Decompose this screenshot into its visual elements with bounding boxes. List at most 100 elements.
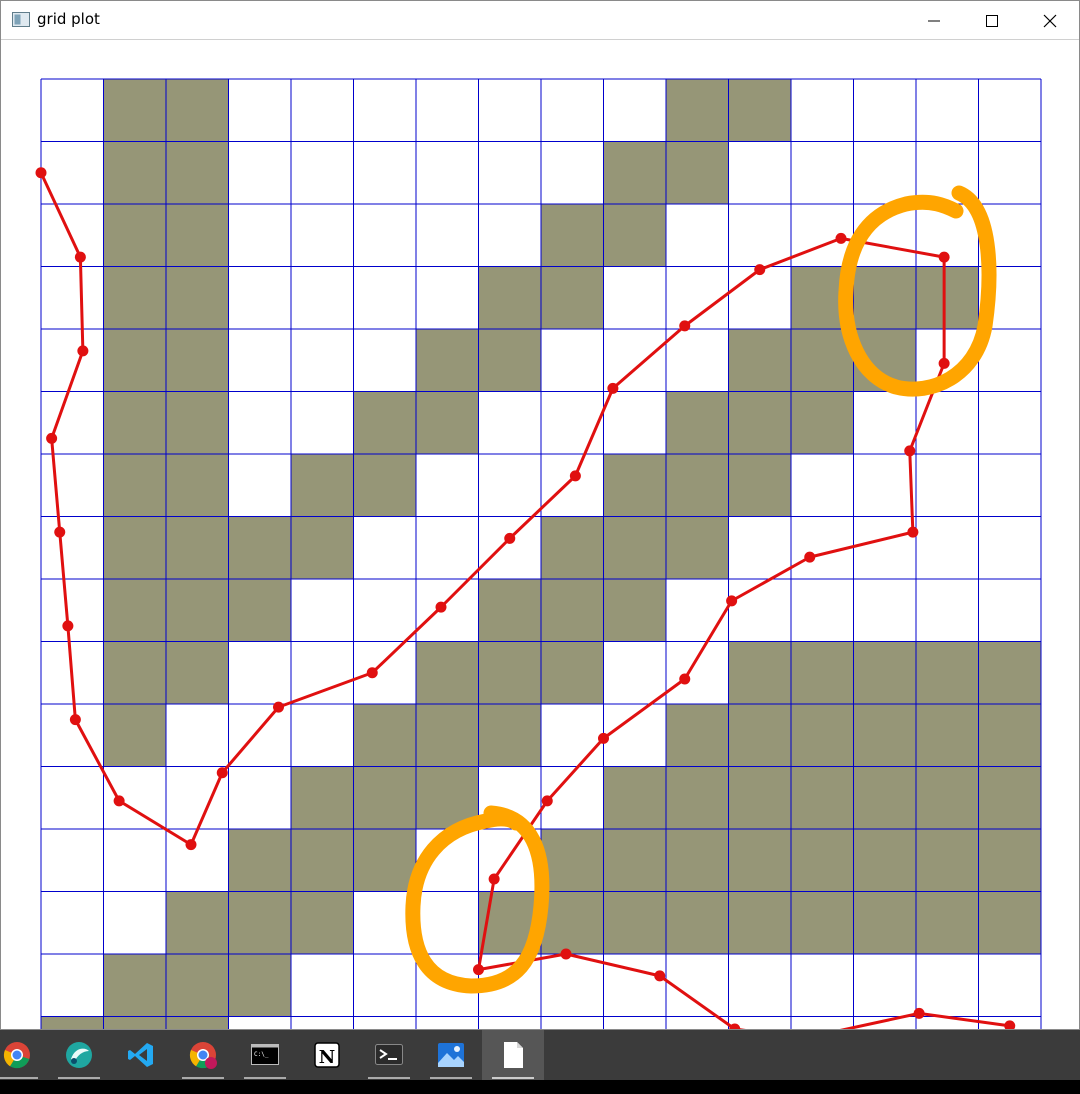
taskbar-underline bbox=[244, 1077, 286, 1079]
command-prompt-icon: C:\_ bbox=[251, 1044, 279, 1065]
obstacle-cell bbox=[853, 641, 916, 704]
command-prompt-glyph: C:\_ bbox=[254, 1051, 269, 1058]
free-cell bbox=[603, 641, 666, 704]
obstacle-cell bbox=[978, 766, 1041, 829]
free-cell bbox=[166, 704, 229, 767]
free-cell bbox=[978, 516, 1041, 579]
path-waypoint bbox=[654, 970, 666, 982]
free-cell bbox=[41, 266, 104, 329]
free-cell bbox=[853, 141, 916, 204]
free-cell bbox=[416, 266, 479, 329]
taskbar-underline bbox=[182, 1077, 224, 1079]
free-cell bbox=[666, 641, 729, 704]
taskbar-notion[interactable]: N bbox=[296, 1030, 358, 1080]
taskbar-chrome[interactable] bbox=[0, 1030, 48, 1080]
obstacle-cell bbox=[103, 516, 166, 579]
free-cell bbox=[541, 954, 604, 1017]
free-cell bbox=[791, 454, 854, 517]
free-cell bbox=[541, 1016, 604, 1029]
free-cell bbox=[41, 204, 104, 267]
path-waypoint bbox=[488, 873, 500, 885]
free-cell bbox=[228, 391, 291, 454]
obstacle-cell bbox=[228, 954, 291, 1017]
path-waypoint bbox=[598, 732, 609, 744]
path-waypoint bbox=[607, 382, 619, 394]
free-cell bbox=[478, 1016, 541, 1029]
free-cell bbox=[916, 516, 979, 579]
path-waypoint bbox=[679, 320, 691, 332]
path-waypoint bbox=[473, 964, 484, 976]
free-cell bbox=[103, 891, 166, 954]
free-cell bbox=[728, 266, 791, 329]
taskbar-chrome-profile[interactable] bbox=[172, 1030, 234, 1080]
free-cell bbox=[353, 141, 416, 204]
obstacle-cell bbox=[666, 704, 729, 767]
obstacle-cell bbox=[166, 141, 229, 204]
free-cell bbox=[228, 141, 291, 204]
taskbar-terminal[interactable] bbox=[358, 1030, 420, 1080]
free-cell bbox=[666, 329, 729, 392]
obstacle-cell bbox=[353, 454, 416, 517]
obstacle-cell bbox=[541, 891, 604, 954]
free-cell bbox=[353, 329, 416, 392]
obstacle-cell bbox=[916, 829, 979, 892]
path-waypoint bbox=[904, 445, 916, 457]
obstacle-cell bbox=[541, 579, 604, 642]
obstacle-cell bbox=[291, 829, 354, 892]
free-cell bbox=[291, 954, 354, 1017]
obstacle-cell bbox=[603, 141, 666, 204]
free-cell bbox=[603, 329, 666, 392]
free-cell bbox=[228, 79, 291, 142]
taskbar-vscode[interactable] bbox=[110, 1030, 172, 1080]
path-waypoint bbox=[938, 251, 950, 263]
free-cell bbox=[666, 266, 729, 329]
obstacle-cell bbox=[728, 891, 791, 954]
obstacle-cell bbox=[103, 391, 166, 454]
free-cell bbox=[541, 454, 604, 517]
obstacle-cell bbox=[103, 266, 166, 329]
free-cell bbox=[291, 204, 354, 267]
taskbar-photos[interactable] bbox=[420, 1030, 482, 1080]
obstacle-cell bbox=[603, 766, 666, 829]
obstacle-cell bbox=[166, 266, 229, 329]
free-cell bbox=[728, 141, 791, 204]
obstacle-cell bbox=[478, 704, 541, 767]
obstacle-cell bbox=[478, 266, 541, 329]
obstacle-cell bbox=[853, 266, 916, 329]
free-cell bbox=[916, 454, 979, 517]
obstacle-cell bbox=[166, 954, 229, 1017]
obstacle-cell bbox=[166, 516, 229, 579]
taskbar-command-prompt[interactable]: C:\_ bbox=[234, 1030, 296, 1080]
obstacle-cell bbox=[728, 704, 791, 767]
obstacle-cell bbox=[666, 766, 729, 829]
free-cell bbox=[353, 266, 416, 329]
path-waypoint bbox=[54, 526, 66, 538]
free-cell bbox=[478, 141, 541, 204]
free-cell bbox=[228, 329, 291, 392]
free-cell bbox=[853, 79, 916, 142]
path-waypoint bbox=[113, 795, 125, 807]
obstacle-cell bbox=[166, 454, 229, 517]
obstacle-cell bbox=[353, 704, 416, 767]
obstacle-cell bbox=[416, 641, 479, 704]
obstacle-cell bbox=[978, 891, 1041, 954]
obstacle-cell bbox=[728, 641, 791, 704]
app-window: grid plot bbox=[0, 0, 1080, 1030]
path-waypoint bbox=[46, 432, 58, 444]
free-cell bbox=[853, 954, 916, 1017]
path-waypoint bbox=[569, 470, 581, 482]
free-cell bbox=[41, 454, 104, 517]
path-waypoint bbox=[907, 526, 919, 538]
obstacle-cell bbox=[291, 516, 354, 579]
taskbar-file[interactable] bbox=[482, 1030, 544, 1080]
obstacle-cell bbox=[103, 704, 166, 767]
free-cell bbox=[291, 579, 354, 642]
free-cell bbox=[978, 141, 1041, 204]
obstacle-cell bbox=[603, 579, 666, 642]
obstacle-cell bbox=[916, 266, 979, 329]
free-cell bbox=[41, 516, 104, 579]
taskbar-app-circle[interactable] bbox=[48, 1030, 110, 1080]
free-cell bbox=[478, 391, 541, 454]
free-cell bbox=[791, 579, 854, 642]
obstacle-cell bbox=[291, 766, 354, 829]
